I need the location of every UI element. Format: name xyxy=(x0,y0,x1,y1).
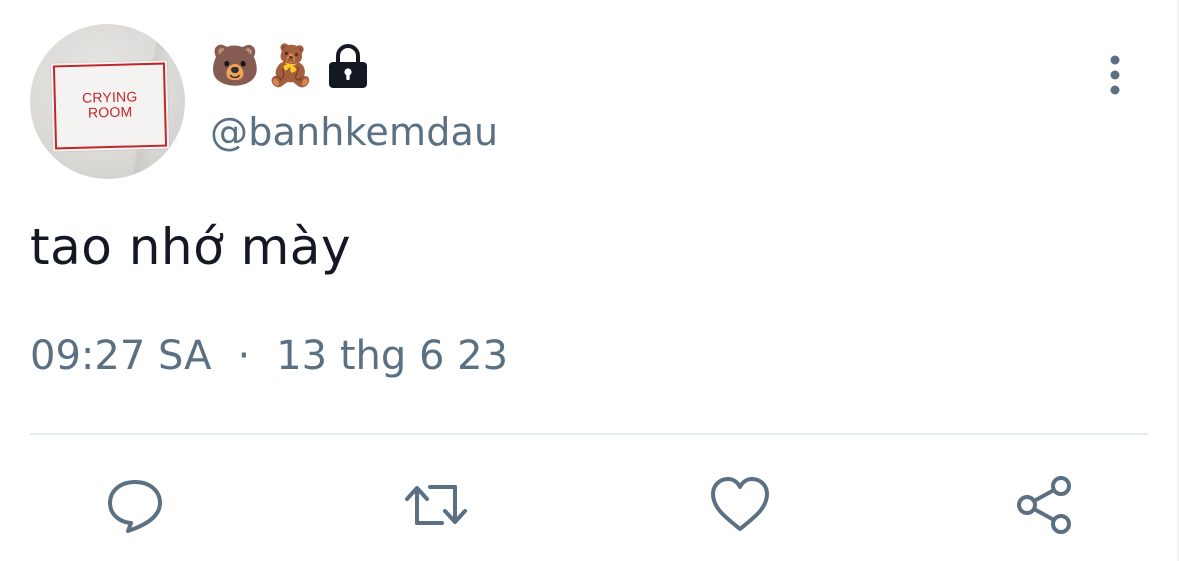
avatar-sign: CRYING ROOM xyxy=(52,62,168,150)
share-icon xyxy=(1017,476,1071,534)
like-button[interactable] xyxy=(707,472,773,538)
lock-icon xyxy=(328,44,367,88)
user-handle[interactable]: @banhkemdau xyxy=(210,110,498,154)
display-name[interactable]: 🐻 🧸 xyxy=(210,40,370,92)
avatar[interactable]: CRYING ROOM xyxy=(30,24,185,179)
reply-icon xyxy=(108,480,162,533)
reply-button[interactable] xyxy=(102,472,168,538)
tweet-date: 13 thg 6 23 xyxy=(276,333,509,379)
tweet-timestamp: 09:27 SA · 13 thg 6 23 xyxy=(30,333,508,379)
share-button[interactable] xyxy=(1012,472,1078,538)
retweet-icon xyxy=(405,485,467,525)
teddy-bear-emoji: 🧸 xyxy=(265,43,316,89)
tweet-time: 09:27 SA xyxy=(30,333,212,379)
more-vertical-icon[interactable] xyxy=(1099,52,1131,98)
retweet-button[interactable] xyxy=(403,472,469,538)
bear-face-emoji: 🐻 xyxy=(210,43,260,89)
heart-icon xyxy=(711,477,769,531)
avatar-sign-text: CRYING ROOM xyxy=(81,88,138,121)
meta-separator: · xyxy=(237,333,251,379)
tweet-detail: CRYING ROOM 🐻 🧸 @banhkemdau tao nhớ mày … xyxy=(0,0,1179,561)
divider xyxy=(30,433,1148,435)
tweet-text: tao nhớ mày xyxy=(30,218,352,276)
